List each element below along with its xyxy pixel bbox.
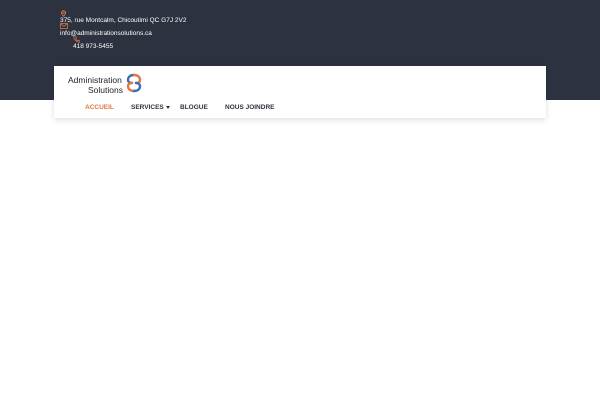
logo-text-line1: Administration: [68, 75, 122, 85]
mail-icon: [60, 23, 68, 29]
site-header: Administration Solutions ACCUEIL SERVICE…: [54, 66, 546, 118]
site-logo[interactable]: Administration Solutions: [68, 72, 144, 96]
nav-item-accueil[interactable]: ACCUEIL: [85, 104, 114, 111]
phone-link[interactable]: 418 973-5455: [73, 43, 113, 51]
chevron-down-icon[interactable]: [166, 106, 170, 109]
nav-item-services[interactable]: SERVICES: [131, 104, 164, 111]
phone-icon: [73, 36, 80, 43]
address-text: 375, rue Montcalm, Chicoutimi QC G7J 2V2: [60, 17, 187, 24]
map-pin-icon: [60, 10, 67, 17]
logo-text-line2: Solutions: [88, 85, 123, 95]
logo-mark-icon: [126, 73, 142, 93]
nav-item-nous-joindre[interactable]: NOUS JOINDRE: [225, 104, 274, 111]
main-nav: ACCUEIL SERVICES BLOGUE NOUS JOINDRE: [54, 102, 546, 114]
nav-item-blogue[interactable]: BLOGUE: [180, 104, 208, 111]
